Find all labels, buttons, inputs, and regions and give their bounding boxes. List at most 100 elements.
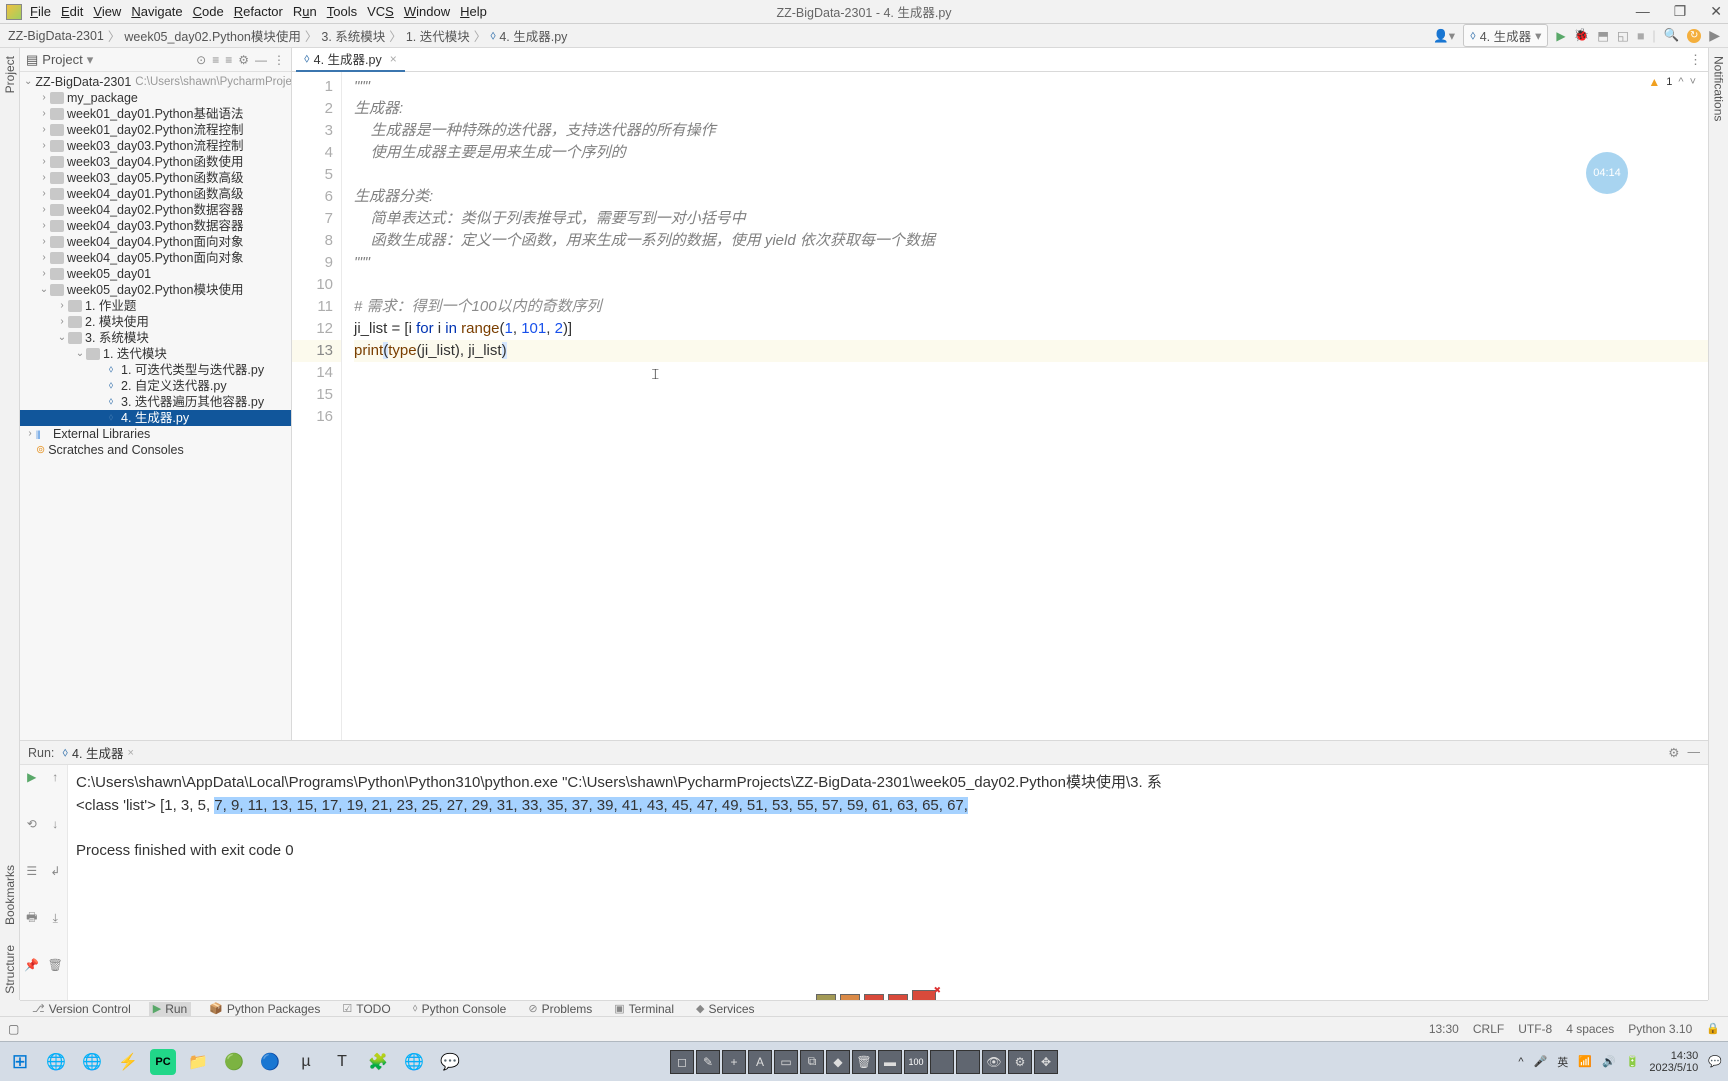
- minimize-button[interactable]: —: [1636, 3, 1650, 20]
- tree-row[interactable]: ›week01_day02.Python流程控制: [20, 122, 291, 138]
- lock-icon[interactable]: 🔒: [1706, 1022, 1720, 1035]
- tray-volume-icon[interactable]: 🔊: [1602, 1055, 1616, 1068]
- tree-row[interactable]: ›my_package: [20, 90, 291, 106]
- pycharm-taskbar-icon[interactable]: PC: [150, 1049, 176, 1075]
- tree-row[interactable]: ⬨3. 迭代器遍历其他容器.py: [20, 394, 291, 410]
- soft-wrap-icon[interactable]: ↲: [44, 859, 68, 883]
- close-tab-icon[interactable]: ×: [390, 52, 397, 66]
- edge-icon-2[interactable]: 🔵: [256, 1048, 284, 1076]
- python-console-tab[interactable]: ⬨Python Console: [409, 1002, 511, 1016]
- app-icon-3[interactable]: 🧩: [364, 1048, 392, 1076]
- add-user-icon[interactable]: 👤▾: [1433, 28, 1455, 44]
- rerun-icon[interactable]: ▶: [20, 765, 44, 789]
- run-tab-button[interactable]: ▶Run: [149, 1002, 191, 1016]
- indent-setting[interactable]: 4 spaces: [1566, 1022, 1614, 1036]
- tray-battery-icon[interactable]: 🔋: [1626, 1055, 1640, 1068]
- tool-move[interactable]: ✥: [1034, 1050, 1058, 1074]
- hide-icon[interactable]: —: [255, 53, 267, 67]
- menu-code[interactable]: Code: [193, 4, 224, 19]
- notifications-tool-button[interactable]: Notifications: [1712, 56, 1726, 121]
- line-separator[interactable]: CRLF: [1473, 1022, 1504, 1036]
- text-icon[interactable]: T: [328, 1048, 356, 1076]
- problems-tab[interactable]: ⊘Problems: [524, 1002, 596, 1016]
- tree-row[interactable]: ›week03_day03.Python流程控制: [20, 138, 291, 154]
- run-coverage-button[interactable]: ⬒: [1597, 28, 1609, 43]
- tool-screen[interactable]: ▬: [878, 1050, 902, 1074]
- menu-window[interactable]: Window: [404, 4, 450, 19]
- stop-run-icon[interactable]: ⟲: [20, 812, 44, 836]
- app-icon-4[interactable]: 🌐: [400, 1048, 428, 1076]
- structure-tool-button[interactable]: Structure: [3, 945, 17, 994]
- run-output[interactable]: C:\Users\shawn\AppData\Local\Programs\Py…: [68, 765, 1708, 1000]
- tool-plus[interactable]: +: [722, 1050, 746, 1074]
- menu-tools[interactable]: Tools: [327, 4, 357, 19]
- menu-file[interactable]: File: [30, 4, 51, 19]
- tool-text[interactable]: A: [748, 1050, 772, 1074]
- wechat-icon[interactable]: 💬: [436, 1048, 464, 1076]
- project-tool-button[interactable]: Project: [3, 56, 17, 93]
- options-icon[interactable]: ⋮: [273, 53, 285, 67]
- hide-run-icon[interactable]: —: [1688, 745, 1701, 760]
- version-control-tab[interactable]: ⎇Version Control: [28, 1002, 135, 1016]
- bookmarks-tool-button[interactable]: Bookmarks: [3, 865, 17, 925]
- run-tab[interactable]: ⬨ 4. 生成器 ×: [62, 743, 133, 762]
- tool-copy[interactable]: ⧉: [800, 1050, 824, 1074]
- tool-sq1[interactable]: [930, 1050, 954, 1074]
- start-button[interactable]: ⊞: [6, 1048, 34, 1076]
- tool-erase[interactable]: ◆: [826, 1050, 850, 1074]
- pin-icon[interactable]: 📌: [20, 953, 44, 977]
- tree-row[interactable]: ›week04_day02.Python数据容器: [20, 202, 291, 218]
- tool-eye[interactable]: 👁: [982, 1050, 1006, 1074]
- editor-tab[interactable]: ⬨ 4. 生成器.py ×: [296, 48, 405, 72]
- scroll-end-icon[interactable]: ⤓: [44, 906, 68, 930]
- menu-refactor[interactable]: Refactor: [234, 4, 283, 19]
- tree-row[interactable]: ⬨4. 生成器.py: [20, 410, 291, 426]
- menu-edit[interactable]: Edit: [61, 4, 83, 19]
- menu-navigate[interactable]: Navigate: [131, 4, 182, 19]
- maximize-button[interactable]: ❐: [1674, 3, 1687, 20]
- menu-help[interactable]: Help: [460, 4, 487, 19]
- tray-mic-icon[interactable]: 🎤: [1534, 1055, 1548, 1068]
- tray-notification-icon[interactable]: 💬: [1708, 1055, 1722, 1068]
- terminal-tab[interactable]: ▣Terminal: [610, 1002, 678, 1016]
- todo-tab[interactable]: ☑TODO: [338, 1002, 394, 1016]
- tree-row[interactable]: ›2. 模块使用: [20, 314, 291, 330]
- inspection-widget[interactable]: ▲ 1 ^ ˅: [1648, 76, 1696, 88]
- tray-chevron[interactable]: ^: [1518, 1056, 1523, 1068]
- profile-button[interactable]: ◱: [1617, 28, 1629, 43]
- python-packages-tab[interactable]: 📦Python Packages: [205, 1002, 324, 1016]
- menu-view[interactable]: View: [93, 4, 121, 19]
- tree-row[interactable]: ›week04_day04.Python面向对象: [20, 234, 291, 250]
- tree-row[interactable]: ⌄week05_day02.Python模块使用: [20, 282, 291, 298]
- python-interpreter[interactable]: Python 3.10: [1628, 1022, 1692, 1036]
- status-message-icon[interactable]: ▢: [8, 1022, 19, 1036]
- tool-sq2[interactable]: [956, 1050, 980, 1074]
- tool-gear[interactable]: ⚙: [1008, 1050, 1032, 1074]
- app-icon-2[interactable]: 🟢: [220, 1048, 248, 1076]
- tool-pointer[interactable]: ◻: [670, 1050, 694, 1074]
- tree-row[interactable]: ⌄3. 系统模块: [20, 330, 291, 346]
- stop-button[interactable]: ■: [1637, 29, 1645, 43]
- tray-wifi-icon[interactable]: 📶: [1578, 1055, 1592, 1068]
- update-button[interactable]: ↻: [1687, 29, 1701, 43]
- tree-row[interactable]: ›1. 作业题: [20, 298, 291, 314]
- tool-pen[interactable]: ✎: [696, 1050, 720, 1074]
- settings-icon[interactable]: ⚙: [238, 53, 249, 67]
- close-run-tab-icon[interactable]: ×: [127, 747, 133, 759]
- breadcrumb-item[interactable]: week05_day02.Python模块使用: [124, 26, 300, 45]
- collapse-all-icon[interactable]: ≡: [225, 53, 232, 67]
- app-icon[interactable]: ⚡: [114, 1048, 142, 1076]
- up-icon[interactable]: ↑: [44, 765, 68, 789]
- tree-row[interactable]: ›⫴External Libraries: [20, 426, 291, 442]
- tree-row[interactable]: ›week05_day01: [20, 266, 291, 282]
- tree-row[interactable]: ›week04_day05.Python面向对象: [20, 250, 291, 266]
- tab-options-icon[interactable]: ⋮: [1689, 52, 1702, 68]
- tree-row[interactable]: ›week04_day03.Python数据容器: [20, 218, 291, 234]
- file-encoding[interactable]: UTF-8: [1518, 1022, 1552, 1036]
- system-clock[interactable]: 14:30 2023/5/10: [1649, 1050, 1698, 1074]
- close-button[interactable]: ✕: [1710, 3, 1722, 20]
- tree-row[interactable]: ›week03_day05.Python函数高级: [20, 170, 291, 186]
- breadcrumb-item[interactable]: 3. 系统模块: [321, 26, 385, 45]
- menu-vcs[interactable]: VCS: [367, 4, 394, 19]
- code-content[interactable]: """生成器: 生成器是一种特殊的迭代器，支持迭代器的所有操作 使用生成器主要是…: [342, 72, 1708, 740]
